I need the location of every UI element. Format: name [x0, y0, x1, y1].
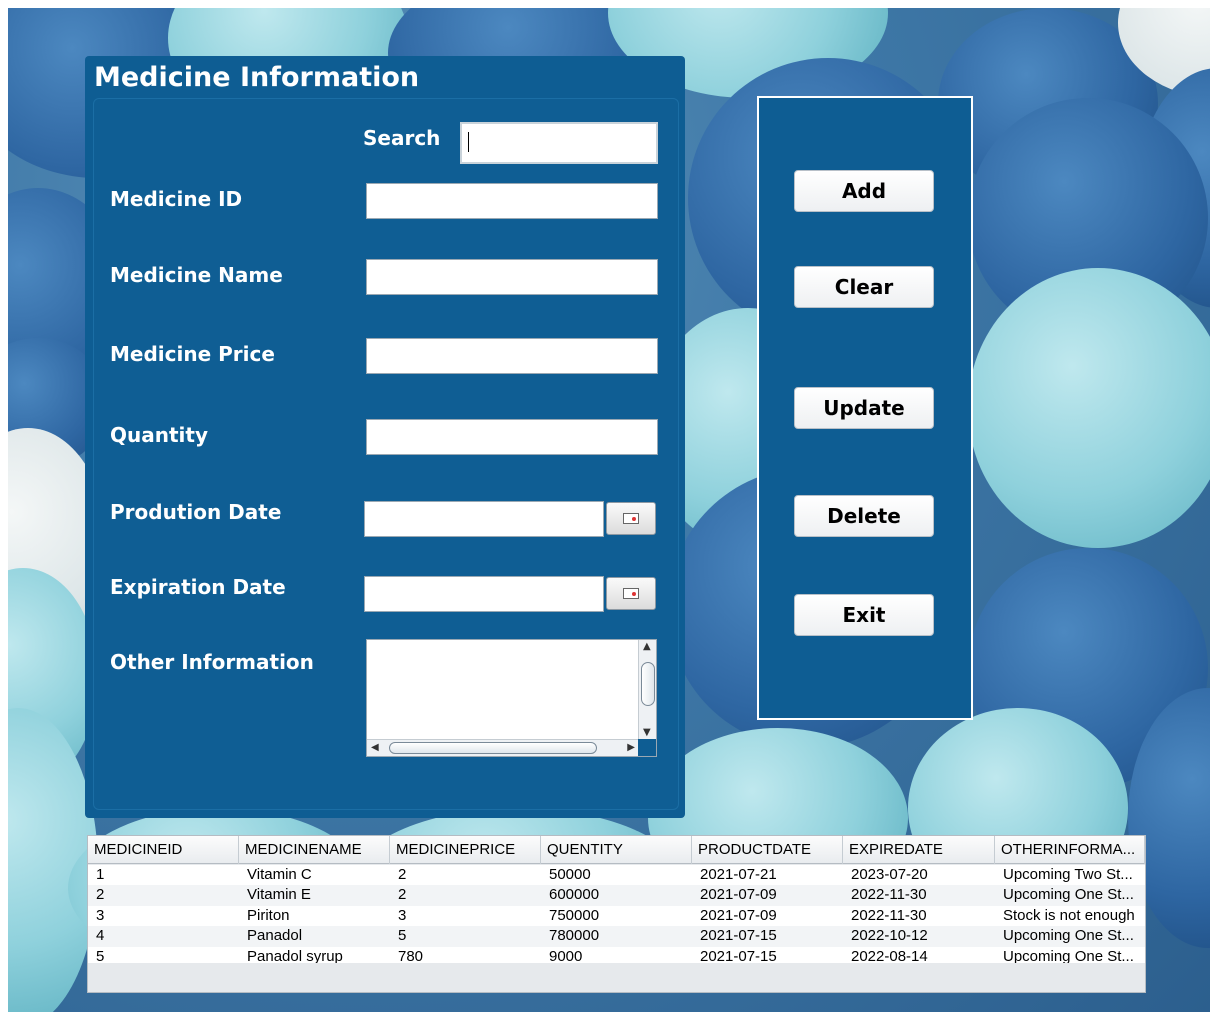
table-cell: 1 [96, 866, 105, 883]
horizontal-scrollbar[interactable]: ◀ ▶ [367, 739, 639, 756]
production-date-label: Prodution Date [110, 500, 282, 524]
update-button[interactable]: Update [794, 387, 934, 429]
vertical-scroll-thumb[interactable] [641, 662, 655, 706]
table-cell: Upcoming One St... [1003, 927, 1134, 945]
table-row[interactable]: 3 Piriton 3 750000 2021-07-09 2022-11-30… [88, 906, 1145, 926]
table-cell: Upcoming Two St... [1003, 866, 1133, 883]
medicine-name-label: Medicine Name [110, 263, 283, 287]
quantity-field[interactable] [366, 419, 658, 455]
exit-button[interactable]: Exit [794, 594, 934, 636]
table-row[interactable]: 2 Vitamin E 2 600000 2021-07-09 2022-11-… [88, 885, 1145, 906]
table-cell: 2021-07-15 [700, 927, 777, 945]
column-header[interactable]: MEDICINEPRICE [390, 836, 541, 864]
search-input[interactable] [460, 122, 658, 164]
column-header[interactable]: PRODUCTDATE [692, 836, 843, 864]
production-date-picker-button[interactable] [606, 502, 656, 535]
table-cell: 2022-08-14 [851, 947, 928, 963]
table-cell: 2021-07-15 [700, 947, 777, 963]
column-header[interactable]: MEDICINEID [88, 836, 239, 864]
table-row[interactable]: 1 Vitamin C 2 50000 2021-07-21 2023-07-2… [88, 865, 1145, 885]
table-row[interactable]: 5 Panadol syrup 780 9000 2021-07-15 2022… [88, 947, 1145, 963]
column-header[interactable]: EXPIREDATE [843, 836, 995, 864]
text-cursor [468, 132, 469, 152]
other-information-label: Other Information [110, 650, 314, 674]
table-cell: 780 [398, 947, 424, 963]
table-cell: 2021-07-21 [700, 866, 777, 883]
calendar-icon [623, 513, 639, 524]
scroll-corner [638, 739, 656, 756]
table-cell: Stock is not enough [1003, 906, 1135, 924]
scroll-left-icon[interactable]: ◀ [371, 743, 379, 753]
table-row[interactable]: 4 Panadol 5 780000 2021-07-15 2022-10-12… [88, 926, 1145, 947]
table-cell: 2 [398, 866, 407, 883]
table-cell: 3 [398, 906, 407, 924]
search-label: Search [363, 126, 441, 150]
production-date-field[interactable] [364, 501, 604, 537]
clear-button[interactable]: Clear [794, 266, 934, 308]
medicine-form-panel: Medicine Information Search Medicine ID … [85, 56, 685, 818]
table-cell: 5 [398, 927, 407, 945]
table-cell: 2022-10-12 [851, 927, 928, 945]
table-cell: Panadol syrup [247, 947, 343, 963]
calendar-icon [623, 588, 639, 599]
scroll-up-icon[interactable]: ▲ [643, 642, 651, 652]
table-cell: Panadol [247, 927, 303, 945]
table-cell: 780000 [549, 927, 600, 945]
medicine-id-field[interactable] [366, 183, 658, 219]
table-cell: 2 [96, 886, 105, 904]
vertical-scrollbar[interactable]: ▲ ▼ [638, 640, 656, 740]
table-cell: 2021-07-09 [700, 886, 777, 904]
table-cell: 50000 [549, 866, 591, 883]
delete-button[interactable]: Delete [794, 495, 934, 537]
horizontal-scroll-thumb[interactable] [389, 742, 597, 754]
table-cell: 2022-11-30 [851, 906, 927, 924]
table-cell: 2022-11-30 [851, 886, 927, 904]
table-cell: 2 [398, 886, 407, 904]
medicine-name-field[interactable] [366, 259, 658, 295]
medicine-table: MEDICINEID MEDICINENAME MEDICINEPRICE QU… [87, 835, 1146, 993]
form-title: Medicine Information [94, 62, 420, 93]
table-cell: Vitamin E [247, 886, 311, 904]
table-cell: 600000 [549, 886, 600, 904]
scroll-right-icon[interactable]: ▶ [627, 743, 635, 753]
medicine-price-label: Medicine Price [110, 342, 275, 366]
add-button[interactable]: Add [794, 170, 934, 212]
table-body: 1 Vitamin C 2 50000 2021-07-21 2023-07-2… [88, 865, 1145, 963]
actions-panel: Add Clear Update Delete Exit [757, 96, 973, 720]
scroll-down-icon[interactable]: ▼ [643, 728, 651, 738]
column-header[interactable]: MEDICINENAME [239, 836, 390, 864]
table-cell: Vitamin C [247, 866, 312, 883]
table-cell: Upcoming One St... [1003, 947, 1134, 963]
table-cell: 750000 [549, 906, 600, 924]
table-cell: 9000 [549, 947, 583, 963]
table-cell: 5 [96, 947, 105, 963]
table-cell: 2021-07-09 [700, 906, 777, 924]
column-header[interactable]: QUENTITY [541, 836, 692, 864]
column-header[interactable]: OTHERINFORMA... [995, 836, 1145, 864]
form-body: Search Medicine ID Medicine Name Medicin… [93, 98, 679, 810]
other-information-textarea[interactable]: ▲ ▼ ◀ ▶ [366, 639, 657, 757]
expiration-date-field[interactable] [364, 576, 604, 612]
pill-image [968, 268, 1210, 548]
table-cell: 2023-07-20 [851, 866, 928, 883]
table-cell: 4 [96, 927, 105, 945]
medicine-id-label: Medicine ID [110, 187, 243, 211]
expiration-date-label: Expiration Date [110, 575, 286, 599]
table-cell: Upcoming One St... [1003, 886, 1134, 904]
table-header: MEDICINEID MEDICINENAME MEDICINEPRICE QU… [88, 836, 1145, 864]
table-cell: Piriton [247, 906, 290, 924]
quantity-label: Quantity [110, 423, 208, 447]
medicine-price-field[interactable] [366, 338, 658, 374]
table-cell: 3 [96, 906, 105, 924]
expiration-date-picker-button[interactable] [606, 577, 656, 610]
